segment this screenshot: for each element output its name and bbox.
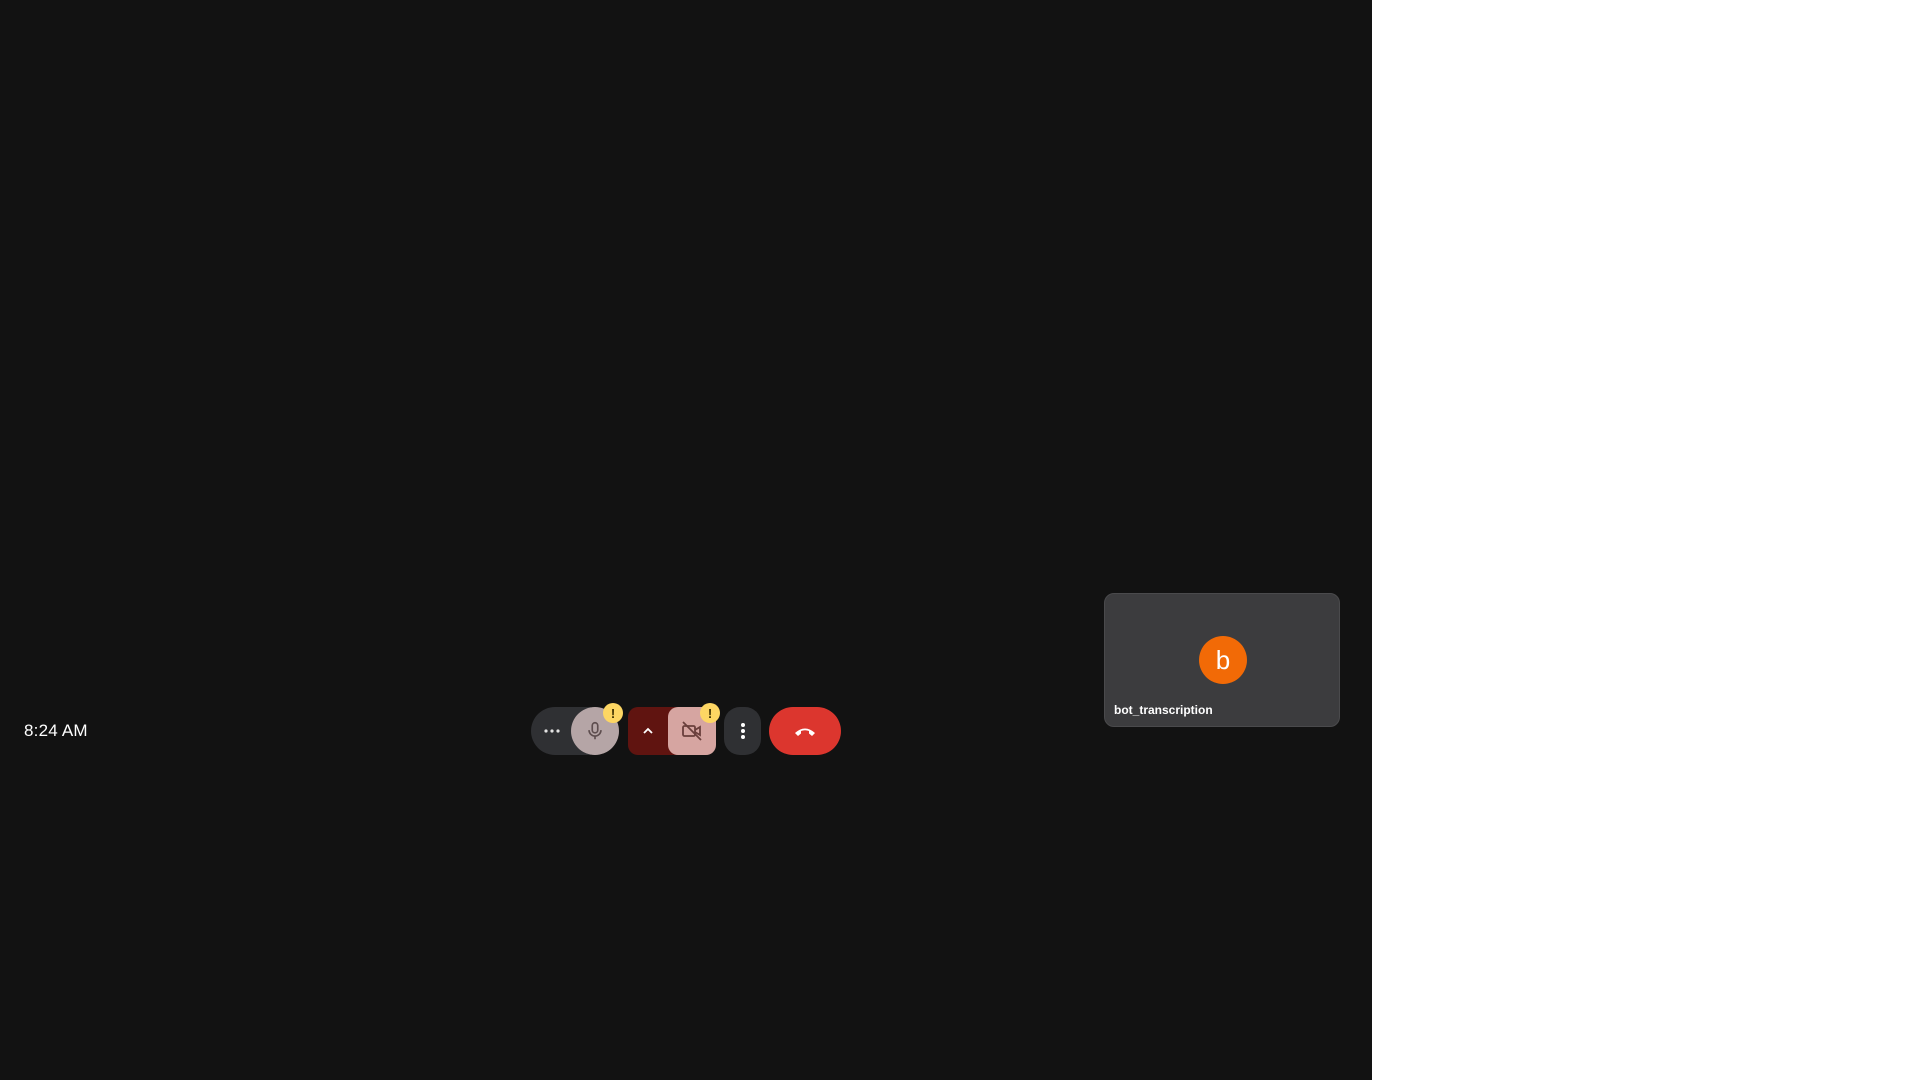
more-horiz-icon [543, 728, 561, 734]
participant-name: bot_transcription [1114, 703, 1213, 717]
mic-warning-badge: ! [603, 703, 623, 723]
videocam-off-icon [680, 719, 704, 743]
call-end-icon [793, 724, 817, 738]
more-vert-icon [740, 722, 746, 740]
self-video-tile: b bot_transcription [1104, 593, 1340, 727]
leave-call-button[interactable] [769, 707, 841, 755]
avatar: b [1199, 636, 1247, 684]
chevron-up-icon [641, 726, 655, 736]
more-options-button[interactable] [724, 707, 761, 755]
meeting-clock: 8:24 AM [24, 721, 88, 740]
meeting-stage: 8:24 AM ! ! b bot_transcription [0, 0, 1372, 1080]
camera-warning-badge: ! [700, 703, 720, 723]
mic-icon [584, 720, 606, 742]
